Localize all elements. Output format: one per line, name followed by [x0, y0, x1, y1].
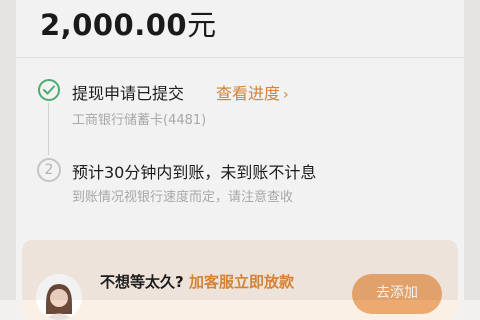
promo-question: 不想等太久?	[100, 273, 184, 291]
view-progress-label: 查看进度	[216, 84, 281, 103]
withdrawal-amount: 2,000.00元	[40, 2, 217, 44]
add-service-button[interactable]: 去添加	[352, 274, 442, 314]
view-progress-link[interactable]: 查看进度 ›	[216, 80, 289, 104]
checkmark-icon	[38, 79, 60, 101]
amount-value: 2,000.00	[40, 8, 188, 42]
step-arrival-title: 预计30分钟内到账，未到账不计息	[72, 163, 317, 182]
divider	[16, 57, 464, 58]
step-submitted-title: 提现申请已提交	[72, 84, 185, 103]
promo-highlight: 加客服立即放款	[188, 273, 294, 291]
withdrawal-status-card: 2,000.00元 2 提现申请已提交 查看进度 › 工商银行储蓄卡(4481) …	[16, 0, 464, 320]
bank-card-label: 工商银行储蓄卡(4481)	[72, 113, 207, 128]
avatar	[36, 274, 82, 320]
customer-service-promo: 不想等太久? 加客服立即放款 去添加	[22, 240, 458, 320]
step-arrival-note: 到账情况视银行速度而定，请注意查收	[72, 190, 294, 205]
currency-unit: 元	[187, 8, 217, 42]
step-number-badge: 2	[37, 158, 61, 182]
step-connector-line	[48, 103, 49, 155]
chevron-right-icon: ›	[283, 87, 289, 103]
promo-text: 不想等太久? 加客服立即放款	[100, 271, 294, 292]
